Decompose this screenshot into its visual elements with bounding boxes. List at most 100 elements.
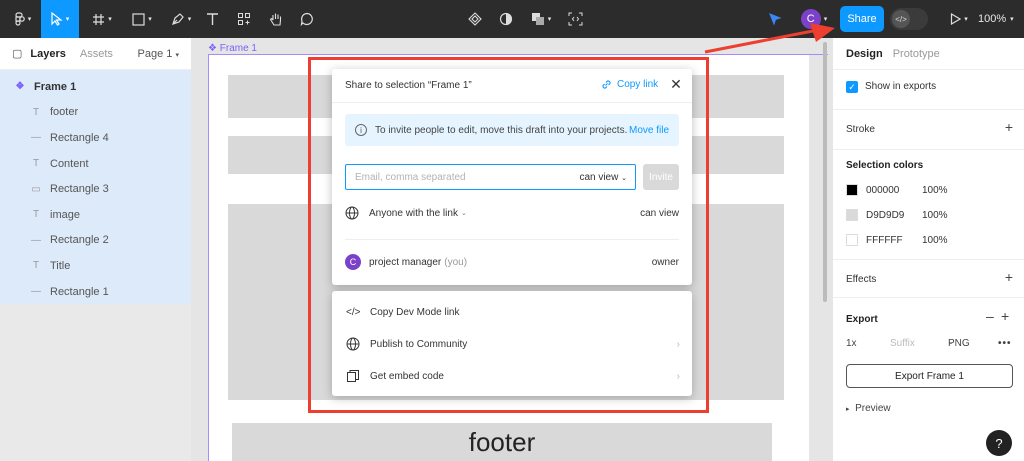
frame-label[interactable]: ❖ Frame 1 <box>208 43 257 54</box>
chevron-down-icon: ▾ <box>964 16 968 23</box>
line-icon: — <box>31 234 41 246</box>
stroke-section: Stroke + <box>833 110 1024 150</box>
cursor-arrow-icon <box>51 12 63 26</box>
chevron-down-icon: ⌄ <box>948 339 954 346</box>
dev-code-tool-button[interactable] <box>565 0 585 38</box>
remove-export-icon[interactable]: – <box>986 308 994 324</box>
color-opacity[interactable]: 100% <box>922 235 948 246</box>
preview-toggle[interactable]: ▸ Preview <box>846 403 891 414</box>
color-opacity[interactable]: 100% <box>922 210 948 221</box>
layer-label: footer <box>50 106 79 119</box>
layer-item[interactable]: Tfooter <box>0 100 191 126</box>
add-effect-icon[interactable]: + <box>1005 269 1013 285</box>
chevron-down-icon: ▾ <box>547 16 552 23</box>
color-hex[interactable]: 000000 <box>866 185 899 196</box>
show-in-exports-checkbox[interactable]: ✓ <box>846 81 858 93</box>
tab-prototype[interactable]: Prototype <box>893 48 940 60</box>
dev-mode-toggle[interactable]: </> <box>890 8 928 30</box>
tab-layers[interactable]: Layers <box>30 48 65 60</box>
export-frame-button[interactable]: Export Frame 1 <box>846 364 1013 388</box>
layer-item[interactable]: — Rectangle 1 <box>0 279 191 305</box>
hand-tool-button[interactable] <box>266 0 286 38</box>
frame-hash-icon <box>93 13 105 25</box>
add-stroke-icon[interactable]: + <box>1005 119 1013 135</box>
layer-label: Title <box>50 259 71 272</box>
resources-tool-button[interactable] <box>234 0 254 38</box>
sidebar-icon[interactable]: ▢ <box>12 47 22 60</box>
page-name: Page 1 <box>137 47 173 60</box>
zoom-level: 100% <box>978 13 1007 25</box>
boolean-group-icon <box>531 13 544 25</box>
line-icon: — <box>31 286 41 298</box>
layer-item[interactable]: ▭ Rectangle 3 <box>0 176 191 202</box>
text-icon: T <box>32 209 40 221</box>
layer-item[interactable]: T Content <box>0 151 191 177</box>
rectangle-icon <box>132 12 145 26</box>
show-in-exports-label: Show in exports <box>865 81 937 92</box>
code-bracket-icon: </> <box>892 10 910 28</box>
chevron-right-icon: ▸ <box>846 406 850 413</box>
layer-panel-empty <box>0 304 191 461</box>
properties-panel: Design Prototype ✓ Show in exports Strok… <box>832 38 1024 461</box>
frame-hash-icon: ❖ <box>15 81 25 93</box>
page-selector[interactable]: Page 1 ▾ <box>138 48 179 60</box>
color-swatch[interactable] <box>846 184 858 196</box>
export-settings-section: ✓ Show in exports <box>833 70 1024 110</box>
tab-design[interactable]: Design <box>846 48 883 60</box>
layer-item[interactable]: Timage <box>0 202 191 228</box>
layer-item[interactable]: T Title <box>0 253 191 279</box>
color-swatch[interactable] <box>846 209 858 221</box>
present-button[interactable]: ▾ <box>944 0 974 38</box>
color-row[interactable]: D9D9D9 100% <box>846 207 948 223</box>
right-panel-tabs: Design Prototype <box>833 38 1024 70</box>
color-opacity[interactable]: 100% <box>922 185 948 196</box>
text-tool-button[interactable] <box>202 0 222 38</box>
play-icon <box>951 13 962 25</box>
layer-label: Rectangle 2 <box>50 234 109 247</box>
color-hex[interactable]: D9D9D9 <box>866 210 904 221</box>
comment-bubble-icon <box>300 12 313 26</box>
selection-colors-label: Selection colors <box>846 160 924 171</box>
layer-item[interactable]: — Rectangle 2 <box>0 228 191 254</box>
text-t-icon <box>206 13 218 25</box>
boolean-tool-button[interactable]: ▾ <box>528 0 554 38</box>
chevron-down-icon: ▾ <box>187 16 192 23</box>
shape-tool-button[interactable]: ▾ <box>126 0 158 38</box>
export-suffix-input[interactable]: Suffix <box>890 338 915 349</box>
component-tool-button[interactable] <box>465 0 485 38</box>
layer-item[interactable]: — Rectangle 4 <box>0 125 191 151</box>
chevron-down-icon: ▾ <box>175 51 179 59</box>
zoom-dropdown[interactable]: 100% ▾ <box>978 0 1014 38</box>
layer-label: Rectangle 1 <box>50 285 109 298</box>
canvas-scrollbar[interactable] <box>823 42 827 302</box>
text-icon: T <box>32 260 40 272</box>
export-scale[interactable]: 1x <box>846 338 857 349</box>
comment-tool-button[interactable] <box>297 0 317 38</box>
add-export-icon[interactable]: + <box>1001 308 1009 324</box>
color-hex[interactable]: FFFFFF <box>866 235 903 246</box>
more-options-icon[interactable]: ••• <box>998 338 1012 349</box>
left-panel-tabs: ▢ Layers Assets Page 1 ▾ <box>0 38 191 70</box>
chevron-down-icon: ▾ <box>65 16 70 23</box>
figma-logo-icon <box>15 12 25 26</box>
color-swatch[interactable] <box>846 234 858 246</box>
mask-tool-button[interactable] <box>496 0 516 38</box>
footer-text[interactable]: footer <box>232 423 772 461</box>
color-row[interactable]: 000000 100% <box>846 182 948 198</box>
pen-tool-button[interactable]: ▾ <box>165 0 197 38</box>
preview-label: Preview <box>855 403 891 414</box>
hand-icon <box>269 13 282 26</box>
move-tool-button[interactable]: ▾ <box>41 0 79 38</box>
chevron-down-icon: ▾ <box>27 16 32 23</box>
help-button[interactable]: ? <box>986 430 1012 456</box>
frame-tool-button[interactable]: ▾ <box>86 0 118 38</box>
code-bracket-icon <box>568 12 582 26</box>
color-row[interactable]: FFFFFF 100% <box>846 232 948 248</box>
annotation-arrow-icon <box>704 23 835 54</box>
layer-label: image <box>50 208 80 221</box>
tab-assets[interactable]: Assets <box>80 48 113 60</box>
layer-label: Rectangle 4 <box>50 131 109 144</box>
layer-item-frame[interactable]: ❖ Frame 1 <box>0 74 191 100</box>
main-menu-button[interactable]: ▾ <box>8 0 38 38</box>
top-toolbar: ▾ ▾ ▾ ▾ ▾ ▾ C ▾ Share </> ▾ 100% ▾ <box>0 0 1024 38</box>
